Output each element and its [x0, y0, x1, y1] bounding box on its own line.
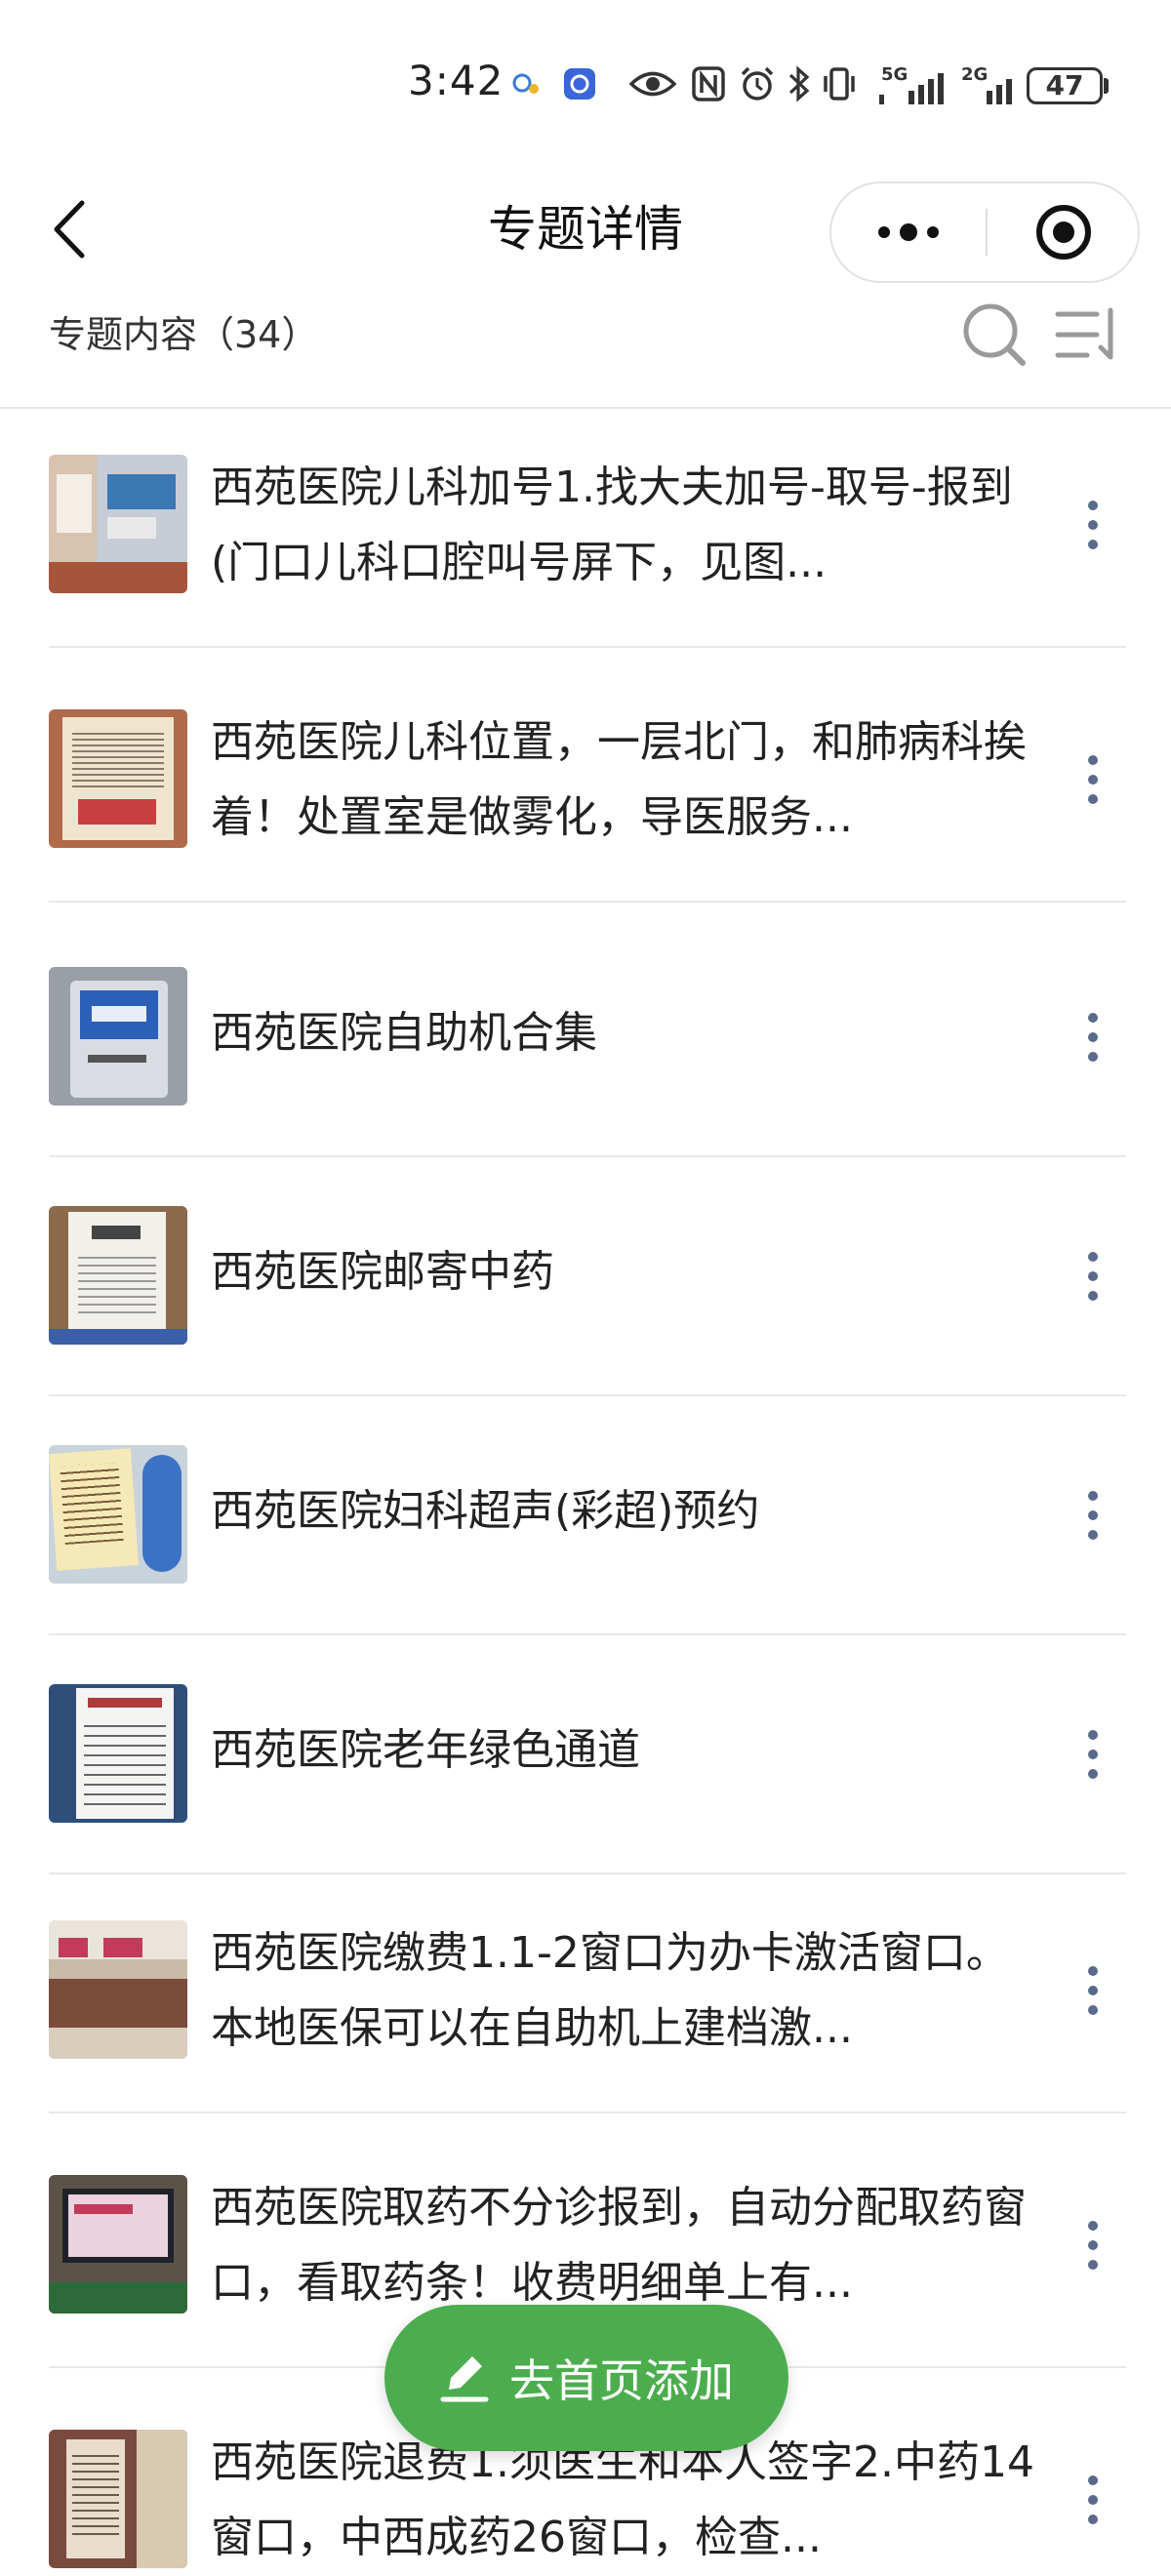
item-thumbnail	[49, 709, 187, 848]
mini-program-capsule	[829, 181, 1140, 283]
item-thumbnail	[49, 1920, 187, 2059]
item-more-button[interactable]	[1064, 476, 1122, 574]
item-more-button[interactable]	[1064, 731, 1122, 828]
signal-5g-icon	[878, 70, 949, 109]
alarm-icon	[738, 64, 777, 103]
add-to-home-label: 去首页添加	[509, 2355, 734, 2407]
status-time: 3:42	[408, 57, 505, 104]
item-more-button[interactable]	[1064, 1942, 1122, 2039]
item-divider	[49, 901, 1126, 903]
list-item[interactable]: 西苑医院邮寄中药	[0, 1157, 1171, 1396]
app-notification-icon	[560, 64, 599, 103]
item-more-button[interactable]	[1064, 988, 1122, 1086]
bluetooth-icon	[785, 64, 814, 103]
back-button[interactable]	[39, 195, 98, 263]
item-title: 西苑医院妇科超声(彩超)预约	[211, 1486, 760, 1536]
more-dots-icon	[878, 223, 939, 241]
list-item[interactable]: 西苑医院自助机合集	[0, 918, 1171, 1157]
item-more-button[interactable]	[1064, 1228, 1122, 1325]
item-thumbnail	[49, 2175, 187, 2314]
close-mini-program-button[interactable]	[988, 183, 1140, 281]
item-thumbnail	[49, 1684, 187, 1823]
item-more-button[interactable]	[1064, 2196, 1122, 2294]
item-title: 西苑医院取药不分诊报到，自动分配取药窗口，看取药条！收费明细单上有...	[211, 2183, 1027, 2308]
list-item[interactable]: 西苑医院儿科加号1.找大夫加号-取号-报到(门口儿科口腔叫号屏下，见图...	[0, 409, 1171, 648]
item-title: 西苑医院自助机合集	[211, 1008, 597, 1058]
item-title: 西苑医院老年绿色通道	[211, 1725, 640, 1775]
vibrate-icon	[820, 64, 859, 103]
item-thumbnail	[49, 1206, 187, 1345]
cloud-notification-icon	[507, 64, 546, 103]
signal-2g-icon	[960, 70, 1019, 109]
target-close-icon	[1036, 205, 1091, 260]
list-item[interactable]: 西苑医院儿科位置，一层北门，和肺病科挨着！处置室是做雾化，导医服务...	[0, 664, 1171, 903]
item-title: 西苑医院缴费1.1-2窗口为办卡激活窗口。本地医保可以在自助机上建档激...	[211, 1928, 1009, 2053]
item-divider	[49, 646, 1126, 648]
add-to-home-button[interactable]: 去首页添加	[384, 2305, 788, 2451]
list-item[interactable]: 西苑医院妇科超声(彩超)预约	[0, 1396, 1171, 1635]
sort-button[interactable]	[1054, 304, 1124, 365]
item-thumbnail	[49, 455, 187, 593]
item-more-button[interactable]	[1064, 2451, 1122, 2549]
section-title: 专题内容（34）	[49, 313, 319, 356]
eye-icon	[628, 64, 677, 103]
item-thumbnail	[49, 1445, 187, 1584]
chevron-left-icon	[54, 200, 85, 259]
search-icon	[963, 303, 1026, 366]
battery-indicator: 47	[1027, 67, 1103, 104]
edit-pencil-icon	[440, 2356, 489, 2402]
list-item[interactable]: 西苑医院缴费1.1-2窗口为办卡激活窗口。本地医保可以在自助机上建档激...	[0, 1874, 1171, 2113]
item-divider	[49, 2112, 1126, 2113]
item-more-button[interactable]	[1064, 1706, 1122, 1803]
item-thumbnail	[49, 967, 187, 1106]
status-bar: 3:42 5G 2G 47	[0, 0, 1171, 171]
item-more-button[interactable]	[1064, 1467, 1122, 1564]
list-item[interactable]: 西苑医院老年绿色通道	[0, 1635, 1171, 1874]
more-button[interactable]	[831, 183, 986, 281]
item-title: 西苑医院邮寄中药	[211, 1247, 554, 1297]
search-button[interactable]	[960, 301, 1029, 369]
item-thumbnail	[49, 2430, 187, 2568]
battery-tip	[1104, 78, 1109, 94]
item-title: 西苑医院儿科加号1.找大夫加号-取号-报到(门口儿科口腔叫号屏下，见图...	[211, 463, 1013, 587]
item-title: 西苑医院儿科位置，一层北门，和肺病科挨着！处置室是做雾化，导医服务...	[211, 717, 1027, 842]
sort-icon	[1055, 307, 1113, 360]
nfc-icon	[689, 64, 728, 103]
